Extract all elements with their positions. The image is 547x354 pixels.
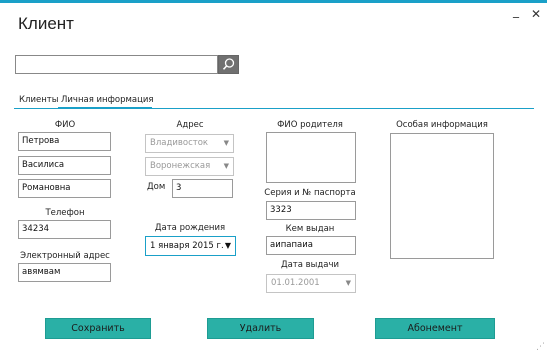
issued-by-label: Кем выдан xyxy=(285,224,335,234)
window-accent-bar xyxy=(0,0,547,3)
special-info-label: Особая информация xyxy=(396,120,488,130)
fio-label: ФИО xyxy=(54,120,76,130)
search-button[interactable] xyxy=(218,55,239,74)
email-field[interactable]: авямвам xyxy=(18,263,111,282)
tab-clients[interactable]: Клиенты xyxy=(19,95,58,105)
parent-fio-field[interactable] xyxy=(266,132,356,183)
search-input[interactable] xyxy=(15,55,218,74)
tab-personal-info[interactable]: Личная информация xyxy=(61,95,154,105)
birth-date-label: Дата рождения xyxy=(154,223,226,233)
resize-grip-icon[interactable]: ⋰ xyxy=(536,342,545,352)
first-name-field[interactable]: Василиса xyxy=(18,156,111,175)
issue-date-picker[interactable]: 01.01.2001 ▼ xyxy=(266,274,356,293)
birth-date-picker[interactable]: 1 января 2015 г. ▼ xyxy=(145,236,236,256)
issue-date-value: 01.01.2001 xyxy=(271,278,320,288)
window-title: Клиент xyxy=(18,14,74,33)
patronymic-field[interactable]: Романовна xyxy=(18,179,111,198)
birth-date-value: 1 января 2015 г. xyxy=(150,241,224,251)
chevron-down-icon: ▼ xyxy=(223,162,229,170)
save-button[interactable]: Сохранить xyxy=(45,318,151,339)
city-select[interactable]: Владивосток ▼ xyxy=(145,134,234,153)
issue-date-label: Дата выдачи xyxy=(280,260,340,270)
active-tab-indicator xyxy=(58,107,152,109)
chevron-down-icon: ▼ xyxy=(223,139,229,147)
address-label: Адрес xyxy=(176,120,204,130)
house-label: Дом xyxy=(147,182,166,192)
issued-by-field[interactable]: аипапаиа xyxy=(266,236,356,255)
street-select[interactable]: Воронежская ▼ xyxy=(145,157,234,176)
minimize-button[interactable]: _ xyxy=(513,5,519,17)
street-value: Воронежская xyxy=(150,161,211,171)
phone-field[interactable]: 34234 xyxy=(18,220,111,239)
search-icon xyxy=(222,58,235,70)
passport-label: Серия и № паспорта xyxy=(264,188,356,198)
email-label: Электронный адрес xyxy=(20,251,110,261)
delete-button[interactable]: Удалить xyxy=(207,318,314,339)
special-info-field[interactable] xyxy=(390,133,494,259)
chevron-down-icon: ▼ xyxy=(224,241,231,250)
city-value: Владивосток xyxy=(150,138,209,148)
house-field[interactable]: 3 xyxy=(172,179,233,198)
phone-label: Телефон xyxy=(45,208,85,218)
last-name-field[interactable]: Петрова xyxy=(18,132,111,151)
subscription-button[interactable]: Абонемент xyxy=(375,318,495,339)
chevron-down-icon: ▼ xyxy=(345,279,351,287)
close-button[interactable]: ✕ xyxy=(531,8,541,20)
passport-field[interactable]: 3323 xyxy=(266,201,356,220)
parent-fio-label: ФИО родителя xyxy=(277,120,343,130)
